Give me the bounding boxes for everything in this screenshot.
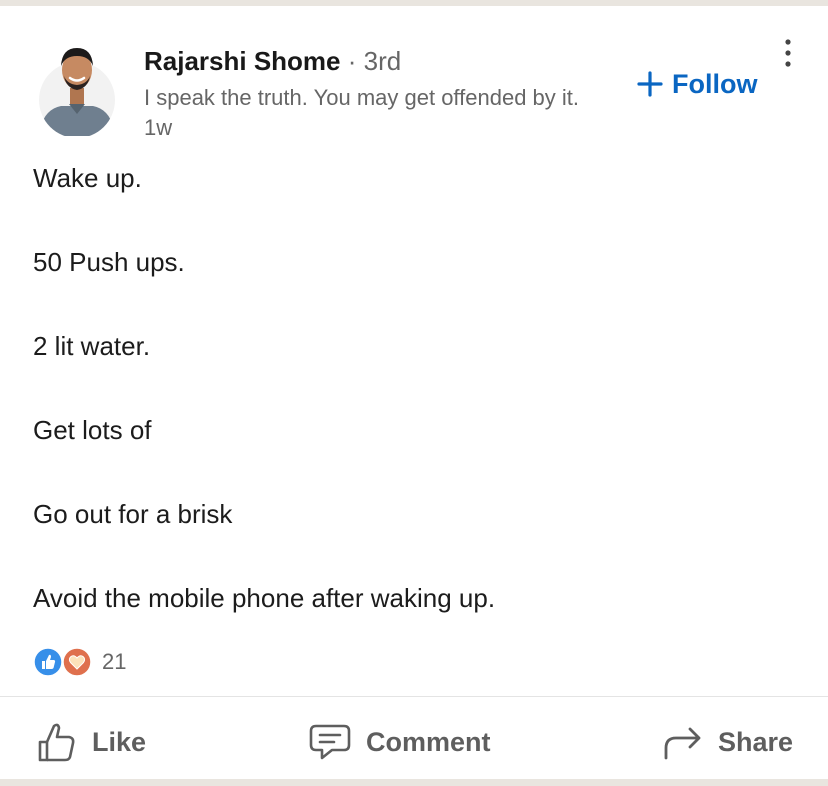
follow-label: Follow bbox=[672, 68, 758, 99]
share-label: Share bbox=[718, 726, 794, 757]
post-body-line: Go out for a brisk bbox=[33, 499, 233, 529]
plus-icon bbox=[637, 71, 663, 97]
connection-degree: · 3rd bbox=[347, 46, 402, 76]
author-headline: I speak the truth. You may get offended … bbox=[144, 85, 580, 110]
author-name-line[interactable]: Rajarshi Shome · 3rd bbox=[144, 44, 401, 78]
thumbs-up-icon bbox=[38, 723, 75, 762]
reactions-summary[interactable]: 21 bbox=[33, 646, 126, 678]
post-body-line: 2 lit water. bbox=[33, 331, 151, 361]
author-avatar[interactable] bbox=[37, 36, 117, 136]
comment-label: Comment bbox=[366, 726, 491, 757]
like-label: Like bbox=[92, 726, 147, 757]
post-body-line: Avoid the mobile phone after waking up. bbox=[33, 583, 496, 613]
share-arrow-icon bbox=[664, 727, 701, 760]
comment-icon bbox=[309, 724, 351, 760]
reaction-count: 21 bbox=[102, 649, 127, 674]
feed-post: Rajarshi Shome · 3rd I speak the truth. … bbox=[0, 6, 828, 779]
like-reaction-icon bbox=[33, 647, 63, 677]
comment-button[interactable]: Comment bbox=[308, 716, 491, 768]
post-body-line: Get lots of bbox=[33, 415, 152, 445]
action-bar-divider bbox=[0, 696, 828, 697]
follow-button[interactable]: Follow bbox=[636, 66, 757, 102]
love-reaction-icon bbox=[62, 647, 92, 677]
like-button[interactable]: Like bbox=[36, 716, 146, 768]
more-vertical-icon[interactable] bbox=[776, 36, 800, 70]
author-name[interactable]: Rajarshi Shome bbox=[144, 46, 341, 76]
post-timestamp: 1w bbox=[144, 115, 173, 140]
feed-separator-bottom bbox=[0, 779, 828, 786]
share-button[interactable]: Share bbox=[662, 716, 793, 768]
post-body-line: Wake up. bbox=[33, 163, 142, 193]
post-body-line: 50 Push ups. bbox=[33, 247, 185, 277]
